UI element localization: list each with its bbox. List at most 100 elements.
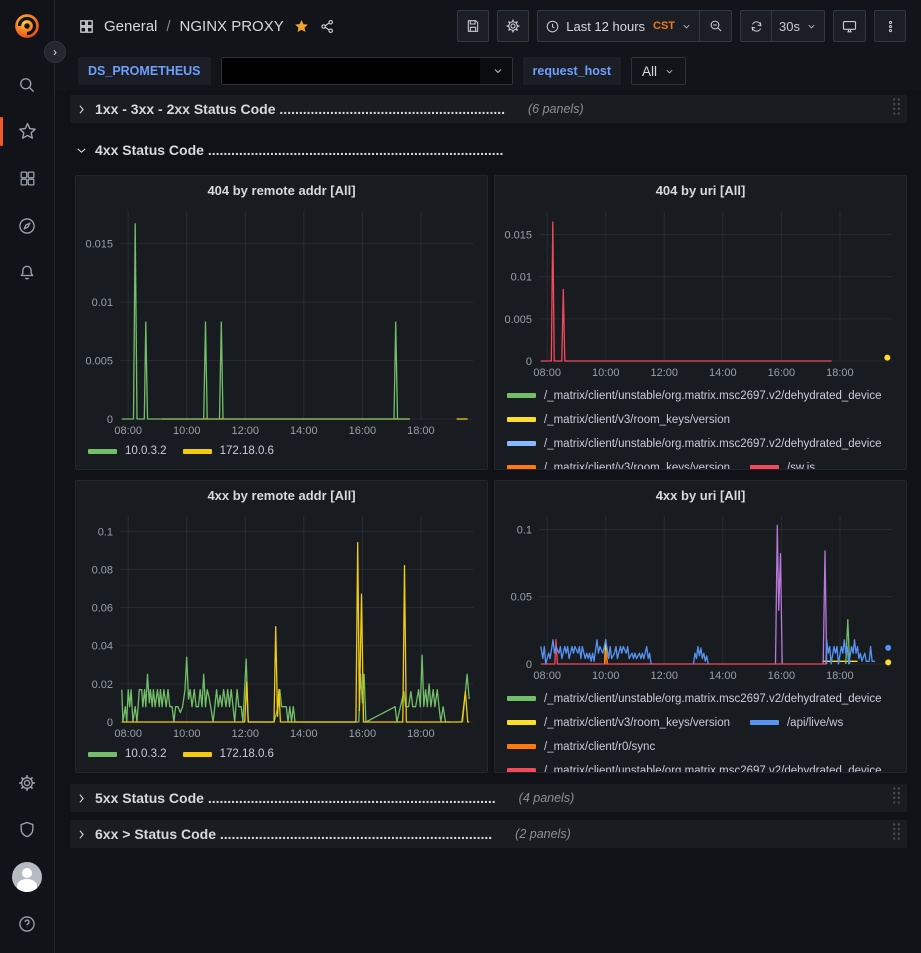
- legend-label: /_matrix/client/unstable/org.matrix.msc2…: [544, 438, 882, 450]
- sidebar-item-dashboards[interactable]: [0, 155, 55, 202]
- sidebar-item-starred[interactable]: [0, 108, 55, 155]
- refresh-interval-picker[interactable]: 30s: [772, 10, 825, 42]
- x-axis-tick-label: 16:00: [768, 670, 796, 682]
- sidebar-expand-button[interactable]: ›: [44, 41, 66, 63]
- chevron-down-icon: [664, 66, 675, 77]
- y-axis-tick-label: 0.06: [92, 603, 113, 615]
- legend-item[interactable]: /_matrix/client/v3/room_keys/version: [507, 412, 730, 427]
- legend-color-swatch: [507, 393, 536, 398]
- legend-item[interactable]: 10.0.3.2: [88, 747, 167, 762]
- legend-item[interactable]: /sw.js: [750, 460, 815, 469]
- panel-404-by-uri: 404 by uri [All] 08:0010:0012:0014:0016:…: [494, 175, 907, 470]
- y-axis-tick-label: 0.08: [92, 564, 113, 576]
- datasource-variable-select[interactable]: [221, 57, 513, 85]
- panel-title[interactable]: 4xx by uri [All]: [495, 481, 906, 509]
- x-axis-tick-label: 10:00: [173, 728, 201, 740]
- legend-label: /_matrix/client/unstable/org.matrix.msc2…: [544, 693, 882, 705]
- sidebar-item-configuration[interactable]: [0, 759, 55, 806]
- x-axis-tick-label: 14:00: [709, 367, 737, 379]
- more-options-button[interactable]: [874, 10, 906, 42]
- series-line: [826, 640, 875, 664]
- row-header-1xx-3xx-2xx[interactable]: 1xx - 3xx - 2xx Status Code ............…: [70, 95, 907, 123]
- row-drag-handle[interactable]: [892, 97, 901, 121]
- help-icon: [17, 914, 37, 934]
- sidebar-item-explore[interactable]: [0, 202, 55, 249]
- panel-title[interactable]: 404 by uri [All]: [495, 176, 906, 204]
- sidebar-item-help[interactable]: [0, 900, 55, 947]
- datasource-variable-value-redacted: [222, 58, 480, 84]
- request-host-variable-select[interactable]: All: [631, 57, 686, 85]
- legend-color-swatch: [88, 449, 117, 454]
- gear-icon: [505, 18, 521, 34]
- dashboard-settings-button[interactable]: [497, 10, 529, 42]
- panel-title[interactable]: 4xx by remote addr [All]: [76, 481, 487, 509]
- chart-canvas-4xx-uri[interactable]: 08:0010:0012:0014:0016:0018:0000.050.1: [495, 509, 906, 684]
- legend-item[interactable]: /_matrix/client/v3/room_keys/version: [507, 460, 730, 469]
- panel-legend: /_matrix/client/unstable/org.matrix.msc2…: [495, 381, 906, 469]
- y-axis-tick-label: 0.02: [92, 679, 113, 691]
- x-axis-tick-label: 18:00: [826, 367, 854, 379]
- avatar: [12, 862, 42, 892]
- legend-label: /sw.js: [787, 462, 815, 470]
- x-axis-tick-label: 18:00: [407, 425, 435, 437]
- legend-label: 172.18.0.6: [220, 748, 274, 760]
- dashboard-canvas: 1xx - 3xx - 2xx Status Code ............…: [55, 90, 921, 848]
- y-axis-tick-label: 0: [526, 356, 532, 368]
- chart-canvas-404-remote-addr[interactable]: 08:0010:0012:0014:0016:0018:0000.0050.01…: [76, 204, 487, 439]
- legend-item[interactable]: /_matrix/client/r0/sync: [507, 739, 655, 754]
- y-axis-tick-label: 0.01: [511, 272, 532, 284]
- x-axis-tick-label: 08:00: [533, 670, 561, 682]
- tv-mode-button[interactable]: [833, 10, 866, 42]
- legend-item[interactable]: /_matrix/client/unstable/org.matrix.msc2…: [507, 691, 882, 706]
- legend-item[interactable]: /_matrix/client/unstable/org.matrix.msc2…: [507, 388, 882, 403]
- x-axis-tick-label: 16:00: [768, 367, 796, 379]
- row-title: 5xx Status Code ........................…: [95, 790, 496, 806]
- chevron-right-icon: [75, 103, 88, 116]
- legend-item[interactable]: 172.18.0.6: [183, 747, 274, 762]
- legend-item[interactable]: /_matrix/client/v3/room_keys/version: [507, 715, 730, 730]
- chart-canvas-4xx-remote-addr[interactable]: 08:0010:0012:0014:0016:0018:0000.020.040…: [76, 509, 487, 742]
- save-dashboard-button[interactable]: [457, 10, 489, 42]
- legend-item[interactable]: 10.0.3.2: [88, 444, 167, 459]
- zoom-out-icon: [708, 18, 724, 34]
- legend-item[interactable]: /_matrix/client/unstable/org.matrix.msc2…: [507, 763, 882, 772]
- chevron-right-icon: [75, 828, 88, 841]
- legend-item[interactable]: /api/live/ws: [750, 715, 843, 730]
- legend-label: /_matrix/client/r0/sync: [544, 741, 655, 753]
- row-drag-handle[interactable]: [892, 786, 901, 810]
- save-icon: [465, 18, 481, 34]
- row-panel-count: (2 panels): [515, 827, 571, 841]
- time-range-picker[interactable]: Last 12 hours CST: [537, 10, 700, 42]
- y-axis-tick-label: 0.015: [504, 230, 532, 242]
- sidebar-item-search[interactable]: [0, 61, 55, 108]
- time-range-label: Last 12 hours: [566, 19, 645, 34]
- refresh-button[interactable]: [740, 10, 772, 42]
- share-icon[interactable]: [319, 18, 336, 35]
- row-header-4xx[interactable]: 4xx Status Code ........................…: [70, 136, 907, 164]
- row-header-6xx[interactable]: 6xx > Status Code ......................…: [70, 820, 907, 848]
- breadcrumb-folder[interactable]: General: [104, 18, 157, 35]
- legend-item[interactable]: 172.18.0.6: [183, 444, 274, 459]
- search-icon: [17, 75, 37, 95]
- legend-color-swatch: [507, 441, 536, 446]
- sidebar-item-alerting[interactable]: [0, 249, 55, 296]
- row-drag-handle[interactable]: [892, 822, 901, 846]
- legend-label: 172.18.0.6: [220, 445, 274, 457]
- compass-icon: [17, 216, 37, 236]
- sidebar-item-profile[interactable]: [0, 853, 55, 900]
- refresh-interval-label: 30s: [779, 19, 800, 34]
- x-axis-tick-label: 10:00: [592, 670, 620, 682]
- legend-item[interactable]: /_matrix/client/unstable/org.matrix.msc2…: [507, 436, 882, 451]
- favorite-star-icon[interactable]: [293, 18, 310, 35]
- grafana-logo-icon[interactable]: [12, 11, 42, 41]
- breadcrumb-dashboard-title[interactable]: NGINX PROXY: [180, 18, 284, 35]
- panel-title[interactable]: 404 by remote addr [All]: [76, 176, 487, 204]
- x-axis-tick-label: 12:00: [232, 425, 260, 437]
- request-host-variable-value: All: [642, 64, 657, 79]
- sidebar-item-server-admin[interactable]: [0, 806, 55, 853]
- zoom-out-time-button[interactable]: [700, 10, 732, 42]
- shield-icon: [17, 820, 37, 840]
- row-header-5xx[interactable]: 5xx Status Code ........................…: [70, 784, 907, 812]
- chart-canvas-404-uri[interactable]: 08:0010:0012:0014:0016:0018:0000.0050.01…: [495, 204, 906, 381]
- panel-legend: 10.0.3.2 172.18.0.6: [76, 439, 487, 469]
